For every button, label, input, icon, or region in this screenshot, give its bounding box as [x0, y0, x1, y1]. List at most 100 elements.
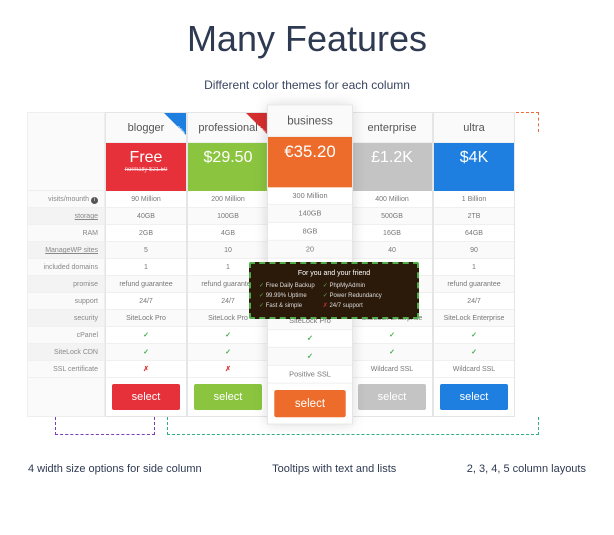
- plan-cell: 1: [434, 259, 514, 276]
- badge-icon: -10%: [246, 113, 268, 135]
- tooltip-item: PhpMyAdmin: [323, 281, 382, 291]
- side-row: cPanel: [28, 327, 104, 344]
- check-icon: ✓: [471, 349, 477, 356]
- plan-cell: SiteLock Enterprise: [434, 310, 514, 327]
- plan-cell: 10: [188, 242, 268, 259]
- plan-name: bloggernew: [106, 113, 186, 143]
- plan-price: £1.2K: [352, 143, 432, 191]
- check-icon: ✓: [143, 349, 149, 356]
- plan-cell: ✓: [268, 348, 352, 366]
- plan-cell: 5: [106, 242, 186, 259]
- check-icon: ✓: [225, 332, 231, 339]
- check-icon: ✓: [307, 353, 313, 360]
- info-icon: i: [91, 197, 98, 204]
- plan-cell: Positive SSL: [268, 366, 352, 384]
- plan-cell: 24/7: [434, 293, 514, 310]
- plan-name: ultra: [434, 113, 514, 143]
- subtitle: Different color themes for each column: [0, 78, 614, 92]
- plan-cell: 40GB: [106, 208, 186, 225]
- check-icon: ✓: [225, 349, 231, 356]
- tooltip-title: For you and your friend: [259, 270, 409, 277]
- plan-cell: 20: [268, 241, 352, 259]
- side-row: security: [28, 310, 104, 327]
- side-row: support: [28, 293, 104, 310]
- plan-price: Freenormally $21.50: [106, 143, 186, 191]
- plan-cell: ✓: [106, 344, 186, 361]
- plan-cell: 24/7: [106, 293, 186, 310]
- tooltip: For you and your friend Free Daily Backu…: [249, 262, 419, 319]
- plan-cell: 300 Million: [268, 187, 352, 205]
- side-row: SSL certificate: [28, 361, 104, 378]
- side-row: promise: [28, 276, 104, 293]
- plan-cell: 90: [434, 242, 514, 259]
- select-button[interactable]: select: [274, 390, 345, 417]
- plan-name: professional-10%: [188, 113, 268, 143]
- check-icon: ✓: [389, 349, 395, 356]
- check-icon: ✓: [471, 332, 477, 339]
- plan-cell: ✓: [352, 344, 432, 361]
- plan-price: $29.50: [188, 143, 268, 191]
- plan-cell: ✓: [352, 327, 432, 344]
- side-row: ManageWP sites: [28, 242, 104, 259]
- plan-cell: ✓: [188, 344, 268, 361]
- tooltip-item: 99.99% Uptime: [259, 291, 315, 301]
- plan-cell: Wildcard SSL: [352, 361, 432, 378]
- page-title: Many Features: [0, 18, 614, 60]
- plan-price: $4K: [434, 143, 514, 191]
- plan-cell: 40: [352, 242, 432, 259]
- plan-cell: 1 Billion: [434, 191, 514, 208]
- badge-icon: new: [164, 113, 186, 135]
- side-row: included domains: [28, 259, 104, 276]
- bracket-left: [55, 417, 155, 435]
- plan-cell: 140GB: [268, 205, 352, 223]
- plan-cell: 4GB: [188, 225, 268, 242]
- side-row: SiteLock CDN: [28, 344, 104, 361]
- plan-cell: 100GB: [188, 208, 268, 225]
- plan-cell: 1: [106, 259, 186, 276]
- select-button[interactable]: select: [112, 384, 180, 410]
- plan-cell: 2TB: [434, 208, 514, 225]
- tooltip-item: Fast & simple: [259, 301, 315, 311]
- plan-cell: refund guarantee: [106, 276, 186, 293]
- captions: 4 width size options for side column Too…: [0, 463, 614, 475]
- plan-cell: SiteLock Pro: [106, 310, 186, 327]
- side-column: visits/mounthistorageRAMManageWP sitesin…: [27, 112, 105, 417]
- plan-name: business: [268, 105, 352, 137]
- plan-cell: 90 Million: [106, 191, 186, 208]
- side-row: storage: [28, 208, 104, 225]
- plan-cell: refund guarantee: [434, 276, 514, 293]
- plan-cell: ✓: [188, 327, 268, 344]
- plan-cell: 64GB: [434, 225, 514, 242]
- plan-ultra: ultra$4K1 Billion2TB64GB901refund guaran…: [433, 112, 515, 417]
- caption-left: 4 width size options for side column: [28, 463, 202, 475]
- tooltip-item: 24/7 support: [323, 301, 382, 311]
- check-icon: ✓: [307, 335, 313, 342]
- plan-cell: 400 Million: [352, 191, 432, 208]
- side-row: RAM: [28, 225, 104, 242]
- plan-cell: ✗: [188, 361, 268, 378]
- tooltip-item: Power Redundancy: [323, 291, 382, 301]
- plan-cell: 200 Million: [188, 191, 268, 208]
- plan-cell: ✓: [434, 344, 514, 361]
- plan-price: €35.20: [268, 137, 352, 187]
- plan-cell: 2GB: [106, 225, 186, 242]
- plan-cell: 500GB: [352, 208, 432, 225]
- plan-cell: 16GB: [352, 225, 432, 242]
- caption-right: 2, 3, 4, 5 column layouts: [467, 463, 586, 475]
- tooltip-item: Free Daily Backup: [259, 281, 315, 291]
- plan-cell: ✓: [268, 330, 352, 348]
- plan-cell: Wildcard SSL: [434, 361, 514, 378]
- check-icon: ✓: [143, 332, 149, 339]
- plan-cell: 8GB: [268, 223, 352, 241]
- select-button[interactable]: select: [194, 384, 262, 410]
- plan-cell: ✗: [106, 361, 186, 378]
- cross-icon: ✗: [143, 366, 149, 373]
- select-button[interactable]: select: [358, 384, 426, 410]
- cross-icon: ✗: [225, 366, 231, 373]
- check-icon: ✓: [389, 332, 395, 339]
- plan-name: enterprise: [352, 113, 432, 143]
- caption-mid: Tooltips with text and lists: [272, 463, 396, 475]
- plan-cell: ✓: [434, 327, 514, 344]
- select-button[interactable]: select: [440, 384, 508, 410]
- plan-cell: ✓: [106, 327, 186, 344]
